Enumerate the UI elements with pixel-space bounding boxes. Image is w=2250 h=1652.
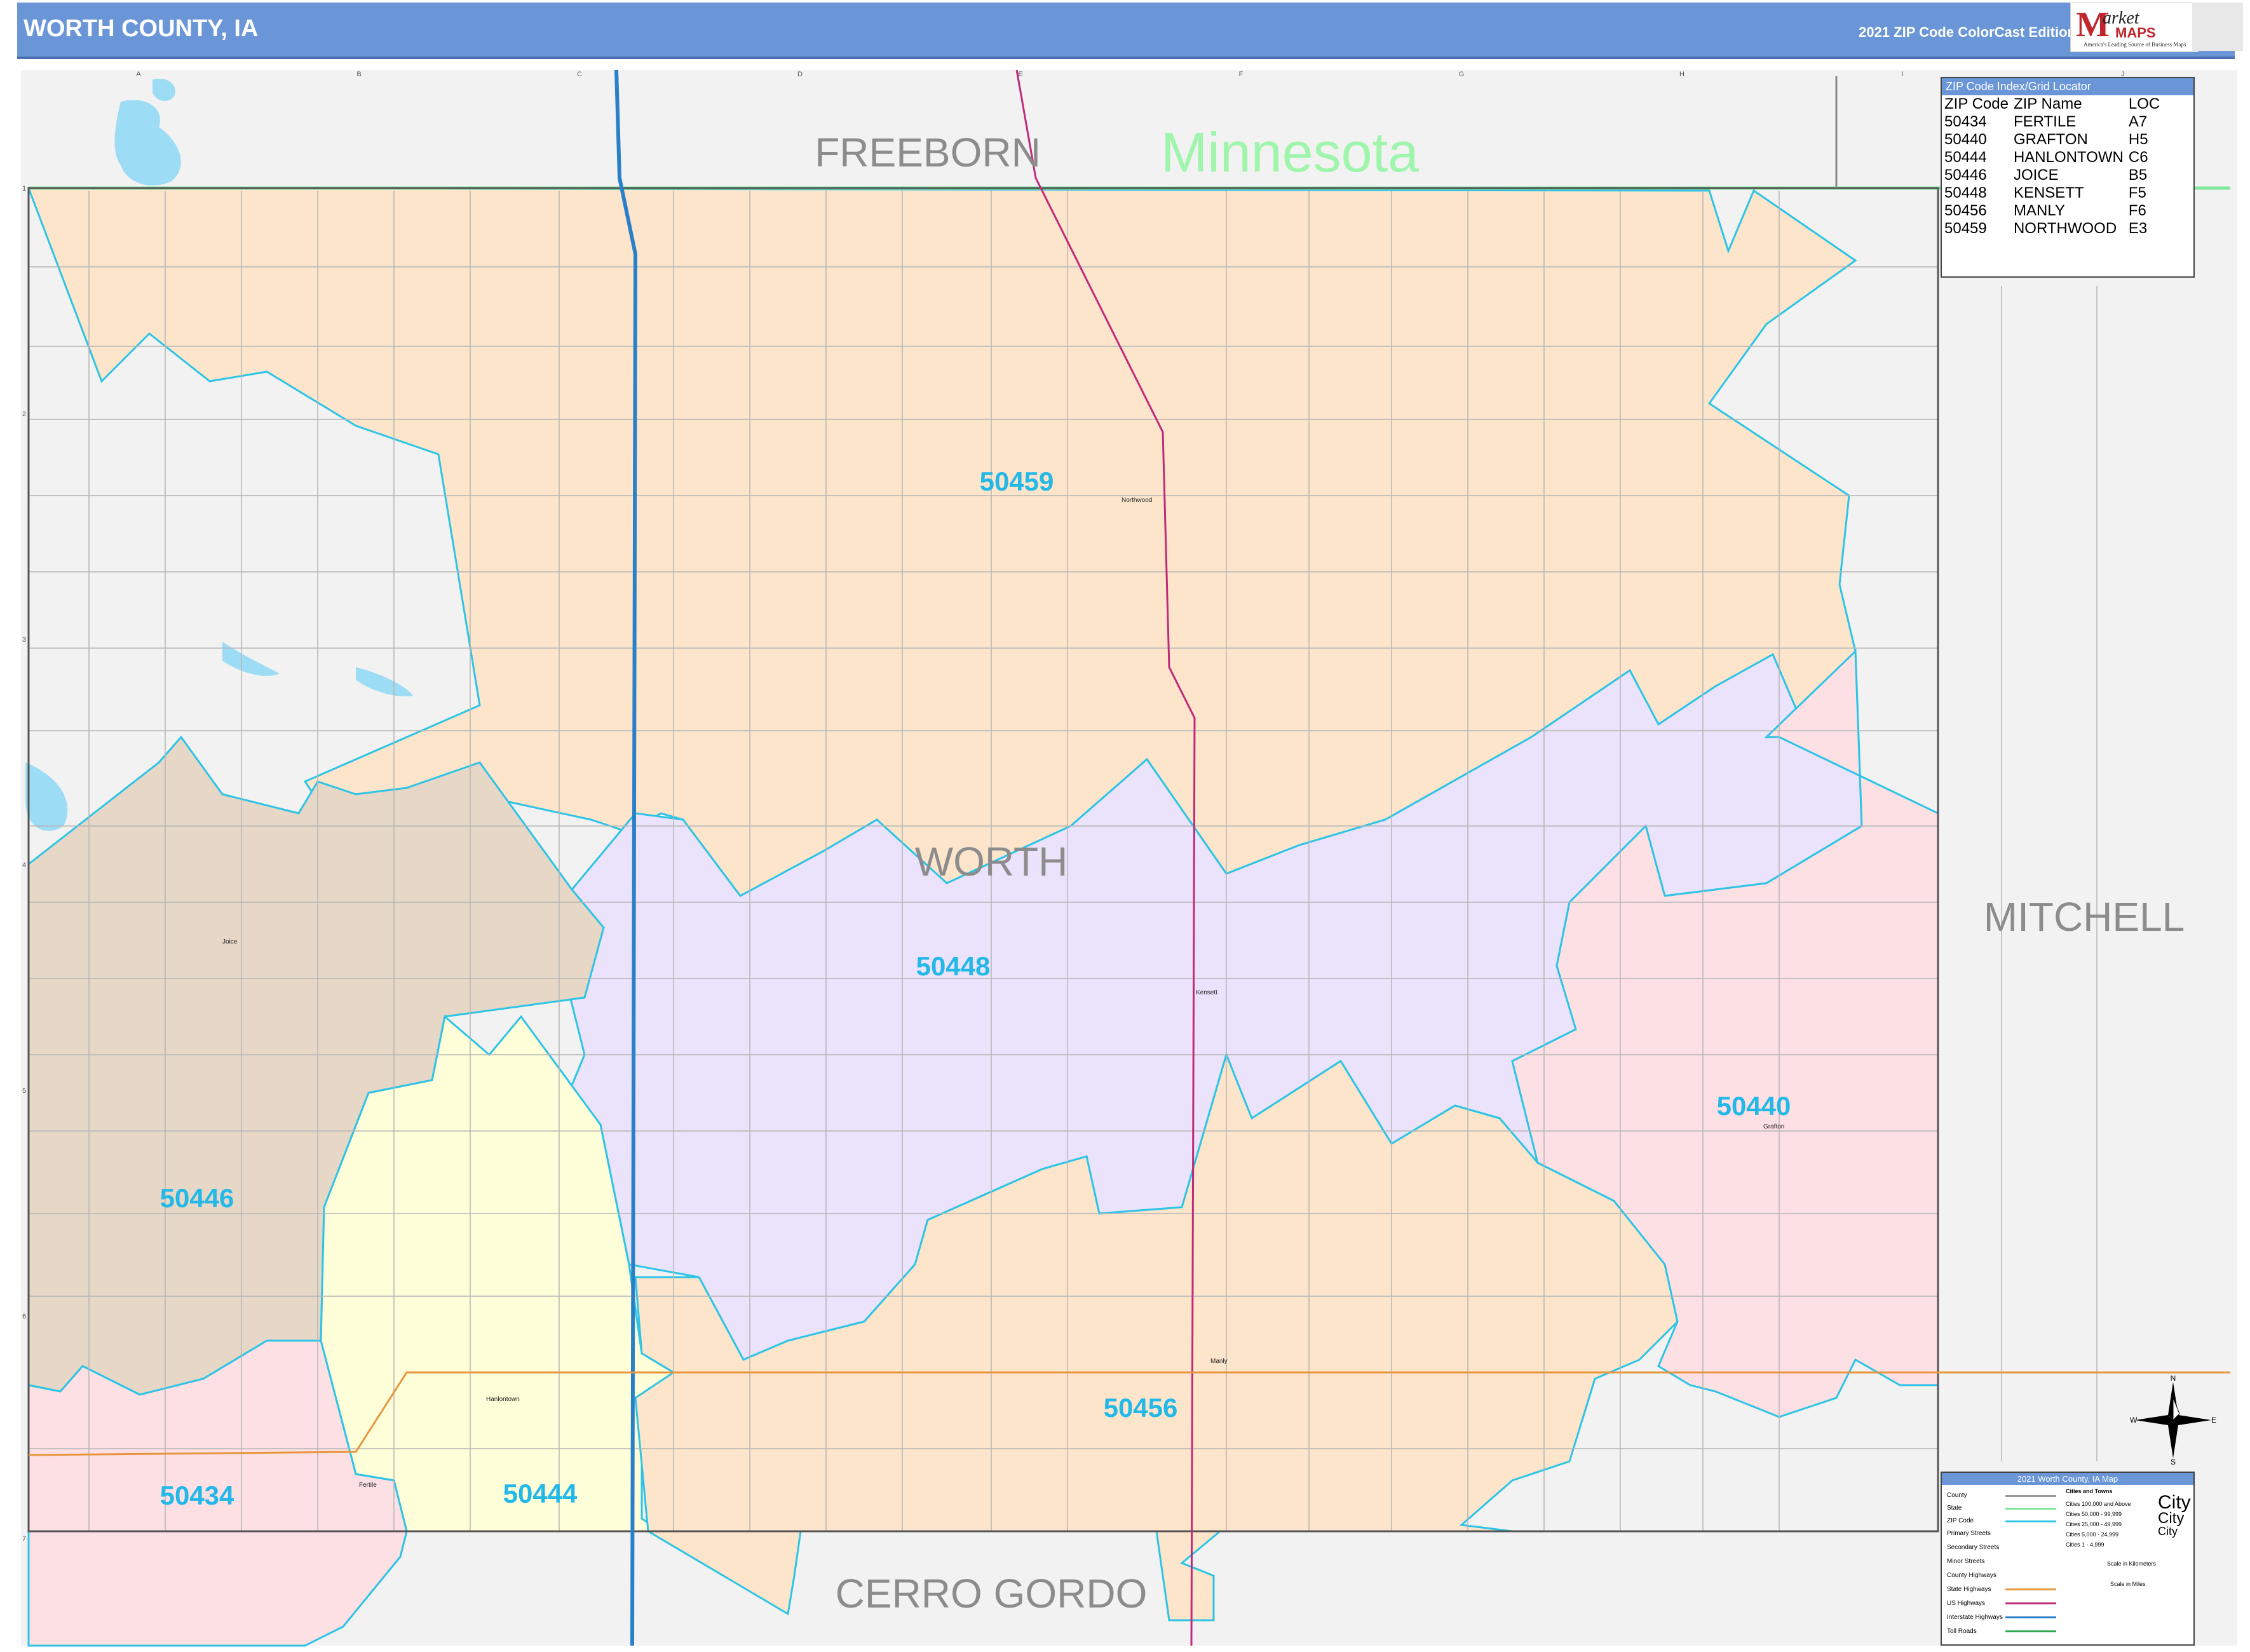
col-header-zip: ZIP Code [1944, 95, 2009, 112]
town-label-kensett: Kensett [1196, 989, 1217, 996]
county-label-freeborn: FREEBORN [815, 130, 1041, 175]
zip-label-50448: 50448 [916, 951, 991, 981]
town-label-joice: Joice [222, 938, 238, 945]
map-canvas[interactable]: FREEBORN Minnesota WORTH MITCHELL CERRO … [0, 0, 2250, 1652]
grid-row-5: 5 [22, 1087, 26, 1095]
grid-col-a: A [136, 71, 141, 78]
table-row: 50448 KENSETT F5 [1944, 184, 2146, 201]
legend-scale-km: Scale in Kilometers [2107, 1561, 2157, 1567]
legend-item-state: State [1947, 1505, 1962, 1512]
zip-label-50456: 50456 [1104, 1393, 1178, 1423]
grid-col-h: H [1679, 71, 1684, 78]
table-row: 50440 GRAFTON H5 [1944, 131, 2148, 148]
legend-item-county: County [1947, 1492, 1967, 1499]
town-label-manly: Manly [1210, 1358, 1228, 1365]
grid-row-7: 7 [22, 1535, 26, 1543]
grid-col-g: G [1459, 71, 1465, 78]
table-row: 50446 JOICE B5 [1944, 166, 2148, 184]
legend-item-county-hwy: County Highways [1947, 1572, 1996, 1579]
legend-item-us-hwy: US Highways [1947, 1600, 1986, 1607]
compass-e-label: E [2211, 1416, 2216, 1425]
grid-row-1: 1 [22, 185, 26, 193]
table-row: 50456 MANLY F6 [1944, 202, 2146, 219]
legend-city-tier-5: Cities 1 - 4,999 [2066, 1541, 2104, 1548]
zip-index-panel: ZIP Code Index/Grid Locator ZIP Code ZIP… [1941, 77, 2195, 278]
grid-col-f: F [1239, 71, 1244, 78]
town-label-northwood: Northwood [1122, 497, 1152, 504]
legend-cities-title: Cities and Towns [2066, 1488, 2113, 1494]
town-label-hanlontown: Hanlontown [486, 1396, 520, 1403]
grid-col-c: C [577, 71, 582, 78]
legend-city-tier-1: Cities 100,000 and Above [2066, 1501, 2131, 1507]
table-row: 50444 HANLONTOWN C6 [1944, 149, 2148, 166]
compass-n-label: N [2171, 1376, 2176, 1383]
zip-index-header-row: ZIP Code ZIP Name LOC [1944, 95, 2165, 113]
state-label-minnesota: Minnesota [1161, 121, 1419, 184]
legend-scale-mi: Scale in Miles [2110, 1581, 2146, 1587]
grid-col-i: I [1901, 71, 1903, 78]
zip-label-50444: 50444 [503, 1479, 578, 1508]
map-legend: 2021 Worth County, IA Map County State Z… [1941, 1472, 2195, 1646]
grid-col-d: D [797, 71, 803, 78]
zip-index-table: ZIP Code ZIP Name LOC 50434 FERTILE A7 504… [1944, 95, 2165, 238]
county-label-mitchell: MITCHELL [1984, 894, 2185, 940]
legend-city-tier-3: Cities 25,000 - 49,999 [2066, 1521, 2122, 1527]
legend-city-symbol-3: City [2158, 1525, 2178, 1538]
legend-city-tier-2: Cities 50,000 - 99,999 [2066, 1511, 2122, 1517]
legend-item-primary: Primary Streets [1947, 1530, 1991, 1537]
table-row: 50459 NORTHWOOD E3 [1944, 220, 2148, 237]
town-label-fertile: Fertile [359, 1482, 377, 1489]
legend-item-zip: ZIP Code [1947, 1517, 1974, 1524]
table-row: 50434 FERTILE A7 [1944, 113, 2148, 130]
legend-item-secondary: Secondary Streets [1947, 1544, 2000, 1551]
col-header-loc: LOC [2128, 95, 2160, 112]
legend-item-interstate: Interstate Highways [1947, 1614, 2003, 1621]
compass-rose-icon: N S W E [2130, 1376, 2216, 1465]
zip-label-50440: 50440 [1717, 1091, 1791, 1121]
zip-label-50434: 50434 [160, 1480, 234, 1510]
legend-title: 2021 Worth County, IA Map [1942, 1473, 2193, 1485]
grid-row-2: 2 [22, 410, 26, 418]
legend-item-minor: Minor Streets [1947, 1558, 1985, 1565]
grid-col-b: B [356, 71, 361, 78]
compass-s-label: S [2171, 1458, 2176, 1465]
legend-item-toll: Toll Roads [1947, 1628, 1977, 1635]
zip-index-title: ZIP Code Index/Grid Locator [1942, 78, 2193, 95]
grid-row-4: 4 [22, 862, 26, 869]
col-header-name: ZIP Name [2013, 95, 2082, 112]
grid-row-3: 3 [22, 636, 26, 644]
compass-w-label: W [2130, 1416, 2138, 1425]
legend-city-tier-4: Cities 5,000 - 24,999 [2066, 1531, 2119, 1538]
town-label-grafton: Grafton [1763, 1123, 1784, 1130]
county-label-worth: WORTH [915, 839, 1068, 884]
grid-col-e: E [1018, 71, 1022, 78]
legend-item-state-hwy: State Highways [1947, 1586, 1991, 1593]
zip-label-50459: 50459 [980, 466, 1054, 496]
grid-row-6: 6 [22, 1313, 26, 1320]
county-label-cerro-gordo: CERRO GORDO [836, 1571, 1148, 1616]
zip-label-50446: 50446 [160, 1183, 234, 1213]
